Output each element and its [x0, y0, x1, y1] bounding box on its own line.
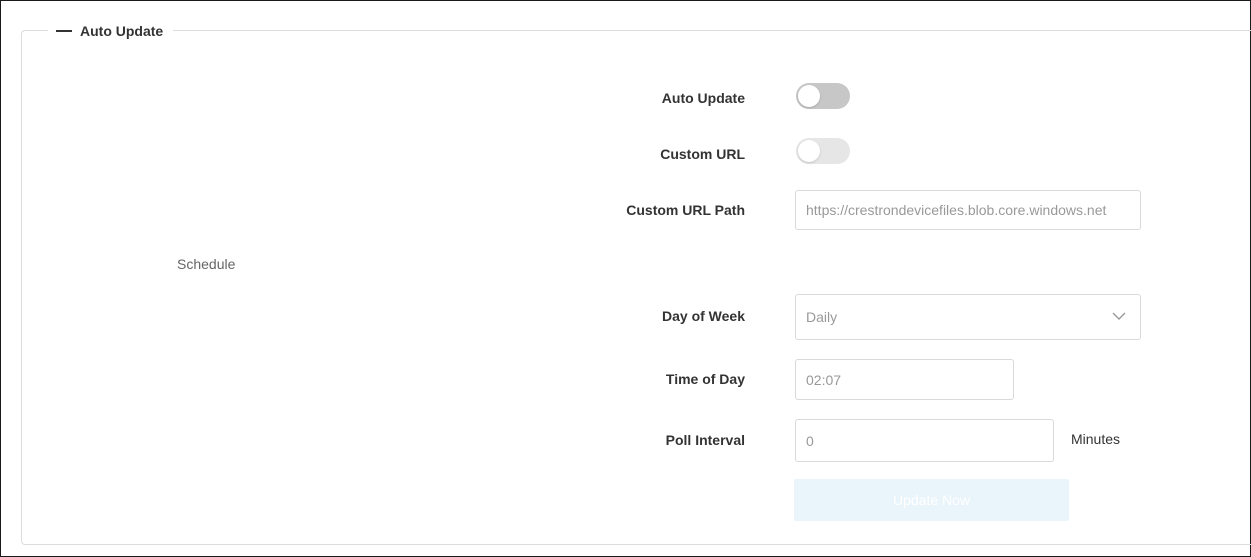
- section-title: Auto Update: [80, 23, 164, 39]
- poll-interval-input[interactable]: 0: [795, 419, 1054, 462]
- chevron-down-icon[interactable]: [1112, 312, 1126, 320]
- time-of-day-label: Time of Day: [665, 371, 745, 387]
- auto-update-toggle[interactable]: [796, 83, 850, 109]
- poll-interval-unit: Minutes: [1071, 431, 1121, 447]
- day-of-week-value: Daily: [806, 309, 838, 325]
- day-of-week-select[interactable]: Daily: [795, 294, 1141, 340]
- toggle-knob: [798, 140, 820, 162]
- custom-url-path-label: Custom URL Path: [626, 202, 745, 218]
- custom-url-toggle[interactable]: [796, 138, 850, 164]
- time-of-day-input[interactable]: 02:07: [795, 359, 1014, 400]
- update-now-button[interactable]: Update Now: [794, 479, 1069, 521]
- time-of-day-value: 02:07: [806, 371, 842, 388]
- custom-url-path-input[interactable]: https://crestrondevicefiles.blob.core.wi…: [795, 190, 1141, 230]
- auto-update-label: Auto Update: [661, 90, 745, 106]
- schedule-label: Schedule: [177, 256, 236, 272]
- minus-icon[interactable]: [56, 30, 72, 32]
- custom-url-label: Custom URL: [660, 146, 745, 162]
- auto-update-fieldset: [21, 30, 1251, 545]
- poll-interval-value: 0: [806, 432, 814, 449]
- custom-url-path-value: https://crestrondevicefiles.blob.core.wi…: [806, 202, 1107, 218]
- day-of-week-label: Day of Week: [662, 308, 745, 324]
- poll-interval-label: Poll Interval: [665, 432, 745, 448]
- toggle-knob: [798, 85, 820, 107]
- fieldset-legend[interactable]: Auto Update: [48, 20, 174, 42]
